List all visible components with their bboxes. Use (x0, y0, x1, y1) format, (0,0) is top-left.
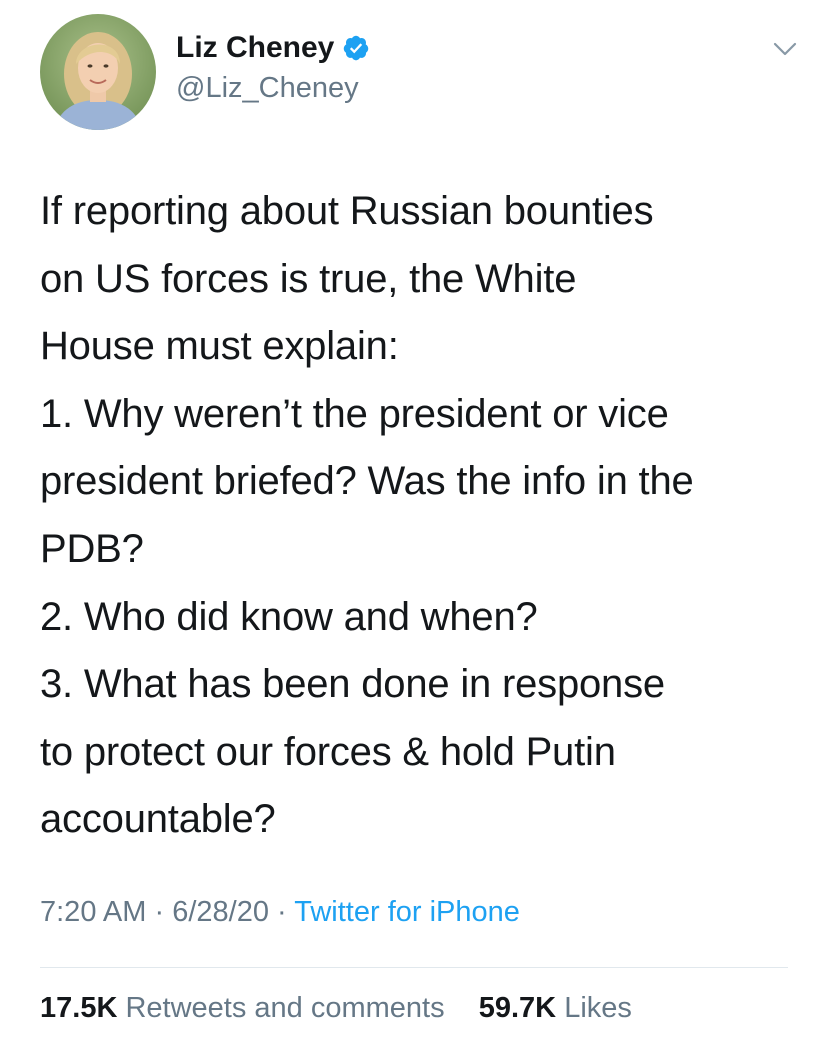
tweet-time[interactable]: 7:20 AM (40, 896, 146, 928)
tweet-card: Liz Cheney @Liz_Cheney If reporting abou… (0, 0, 828, 1050)
tweet-stats: 17.5K Retweets and comments 59.7K Likes (40, 992, 632, 1025)
chevron-down-icon[interactable] (770, 34, 800, 64)
tweet-source-link[interactable]: Twitter for iPhone (294, 896, 520, 928)
likes-label: Likes (564, 992, 632, 1024)
divider (40, 967, 788, 968)
tweet-text-line: on US forces is true, the White (40, 256, 577, 301)
meta-separator: · (277, 896, 287, 928)
retweets-stat[interactable]: 17.5K Retweets and comments (40, 992, 453, 1024)
tweet-text-line: 2. Who did know and when? (40, 594, 538, 639)
tweet-date[interactable]: 6/28/20 (172, 896, 269, 928)
meta-separator: · (154, 896, 165, 928)
tweet-header: Liz Cheney @Liz_Cheney (40, 14, 800, 130)
handle[interactable]: @Liz_Cheney (176, 72, 370, 105)
verified-badge-icon (342, 34, 370, 62)
tweet-text: If reporting about Russian bounties on U… (40, 178, 800, 854)
tweet-text-line: president briefed? Was the info in the (40, 459, 694, 504)
tweet-text-line: 3. What has been done in response (40, 662, 665, 707)
avatar[interactable] (40, 14, 156, 130)
tweet-meta: 7:20 AM · 6/28/20 · Twitter for iPhone (40, 896, 520, 929)
display-name[interactable]: Liz Cheney (176, 31, 334, 65)
tweet-text-line: If reporting about Russian bounties (40, 189, 654, 233)
tweet-text-line: PDB? (40, 526, 144, 571)
likes-count: 59.7K (478, 992, 557, 1024)
retweets-count: 17.5K (40, 992, 118, 1024)
retweets-label: Retweets and comments (125, 992, 445, 1024)
likes-stat[interactable]: 59.7K Likes (479, 992, 632, 1024)
tweet-text-line: to protect our forces & hold Putin (40, 729, 616, 774)
tweet-text-line: 1. Why weren’t the president or vice (40, 391, 669, 436)
author-names: Liz Cheney @Liz_Cheney (176, 28, 370, 105)
tweet-text-line: accountable? (40, 797, 276, 842)
display-name-row: Liz Cheney (176, 28, 370, 68)
tweet-text-line: House must explain: (40, 324, 399, 369)
